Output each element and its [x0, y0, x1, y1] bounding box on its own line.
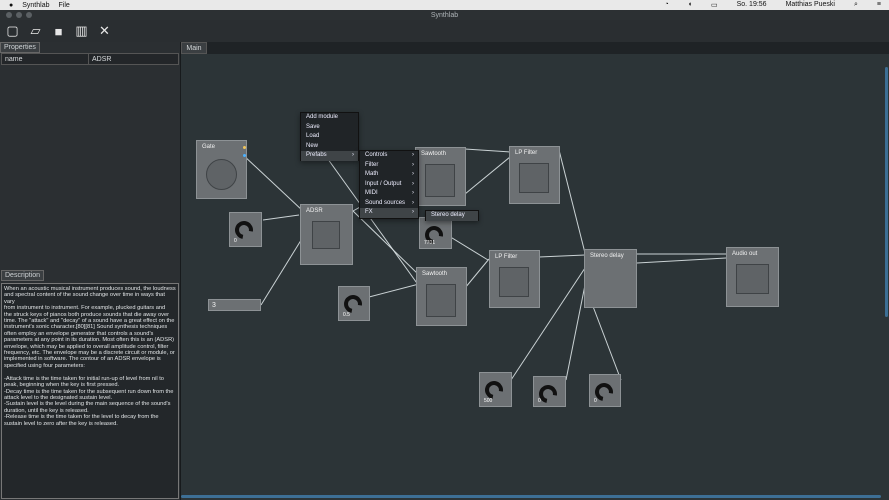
menu-icon[interactable]: ≡: [877, 1, 881, 9]
zoom-button[interactable]: [26, 12, 32, 18]
lp-filter-module-2[interactable]: LP Filter: [489, 250, 540, 308]
number-input[interactable]: 3: [208, 299, 261, 311]
menu-add-module[interactable]: Add module: [301, 113, 358, 123]
menu-midi[interactable]: MIDI: [360, 189, 418, 199]
search-icon[interactable]: ⌕: [854, 1, 858, 9]
file-menu[interactable]: File: [58, 2, 69, 9]
knob-zero-b[interactable]: 0: [533, 376, 566, 407]
menu-math[interactable]: Math: [360, 170, 418, 180]
knob-zero-c[interactable]: 0: [589, 374, 621, 407]
menu-input-output[interactable]: Input / Output: [360, 180, 418, 190]
adsr-envelope-icon: [312, 221, 340, 249]
prefabs-submenu: Controls Filter Math Input / Output MIDI…: [359, 150, 419, 219]
window-title: Synthlab: [430, 11, 459, 19]
knob-zero-a[interactable]: 0: [229, 212, 262, 247]
tools-icon[interactable]: ✕: [97, 23, 112, 39]
menu-load[interactable]: Load: [301, 132, 358, 142]
menu-controls[interactable]: Controls: [360, 151, 418, 161]
menu-bar: ● Synthlab File ◔ ◖ ▭ So. 19:56 Matthias…: [0, 0, 889, 10]
apple-icon[interactable]: ●: [9, 2, 13, 9]
patch-canvas[interactable]: Gate 0 3 ADSR 0.5 Sawtooth 7701 Sawtooth…: [181, 54, 889, 500]
gate-module[interactable]: Gate: [196, 140, 247, 199]
knob-500[interactable]: 500: [479, 372, 512, 407]
filter-icon: [499, 267, 529, 297]
battery-icon[interactable]: ▭: [711, 1, 718, 9]
lp-filter-module-1[interactable]: LP Filter: [509, 146, 560, 204]
properties-tab[interactable]: Properties: [0, 42, 40, 53]
horizontal-scrollbar[interactable]: [181, 495, 881, 498]
property-name-value[interactable]: ADSR: [89, 54, 114, 64]
speaker-icon: [736, 264, 769, 294]
file-icon[interactable]: ▢: [5, 23, 20, 39]
context-menu: Add module Save Load New Prefabs: [300, 112, 359, 161]
trash-icon[interactable]: ▥: [74, 23, 89, 39]
wifi-icon[interactable]: ◔: [665, 1, 669, 9]
description-tab[interactable]: Description: [1, 270, 45, 281]
volume-icon[interactable]: ◖: [688, 1, 692, 9]
menu-prefabs[interactable]: Prefabs: [301, 151, 358, 161]
knob-half[interactable]: 0.5: [338, 286, 370, 321]
save-icon[interactable]: ■: [51, 24, 66, 39]
properties-table: name ADSR: [1, 53, 179, 65]
gate-output-port[interactable]: [243, 146, 246, 149]
menu-stereo-delay[interactable]: Stereo delay: [426, 211, 478, 221]
close-button[interactable]: [6, 12, 12, 18]
left-panel: Properties name ADSR Description When an…: [0, 42, 181, 500]
description-text: When an acoustic musical instrument prod…: [1, 283, 179, 499]
folder-icon[interactable]: ▱: [28, 23, 43, 39]
audio-out-module[interactable]: Audio out: [726, 247, 779, 307]
menu-new[interactable]: New: [301, 142, 358, 152]
sawtooth-icon: [425, 164, 455, 197]
menu-filter[interactable]: Filter: [360, 161, 418, 171]
gate-input-port[interactable]: [243, 154, 246, 157]
menu-sound-sources[interactable]: Sound sources: [360, 199, 418, 209]
window-controls: [6, 12, 32, 18]
menu-save[interactable]: Save: [301, 123, 358, 133]
sawtooth-icon: [426, 284, 456, 317]
adsr-module[interactable]: ADSR: [300, 204, 353, 265]
knob-7701[interactable]: 7701: [419, 217, 452, 249]
sawtooth-module-2[interactable]: Sawtooth: [416, 267, 467, 326]
gate-icon: [206, 159, 237, 190]
filter-icon: [519, 163, 549, 193]
vertical-scrollbar[interactable]: [885, 67, 888, 317]
main-tab[interactable]: Main: [181, 42, 207, 54]
menu-fx[interactable]: FX: [360, 208, 418, 218]
app-menu[interactable]: Synthlab: [22, 2, 49, 9]
toolbar: ▢ ▱ ■ ▥ ✕: [0, 20, 889, 42]
fx-submenu: Stereo delay: [425, 210, 479, 221]
property-name-label: name: [2, 54, 89, 64]
clock: So. 19:56: [736, 1, 767, 8]
stereo-delay-module[interactable]: Stereo delay: [584, 249, 637, 308]
user-name[interactable]: Matthias Pueski: [786, 1, 835, 9]
window-titlebar: Synthlab: [0, 10, 889, 20]
sawtooth-module-1[interactable]: Sawtooth: [415, 147, 466, 206]
minimize-button[interactable]: [16, 12, 22, 18]
